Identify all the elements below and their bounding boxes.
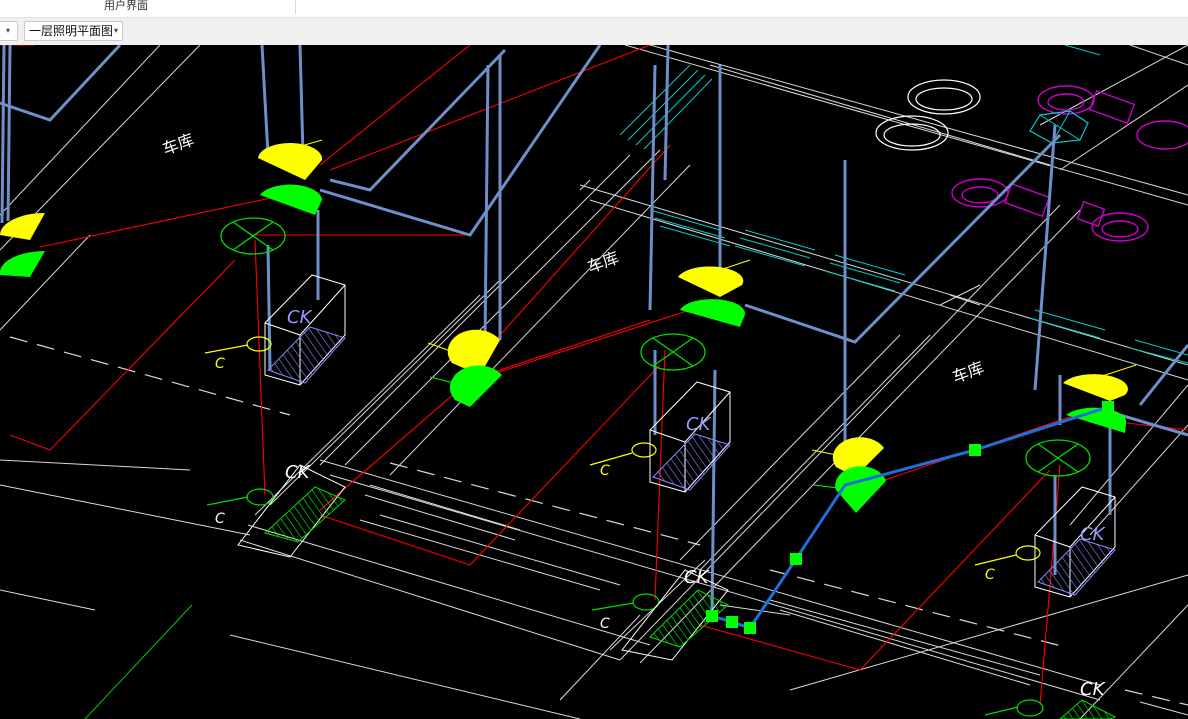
- lighting-panel[interactable]: CK: [237, 462, 346, 558]
- layout-dropdown-value: 一层照明平面图: [29, 24, 114, 38]
- junction-circles: [220, 217, 1091, 477]
- distribution-box[interactable]: CK: [1034, 486, 1116, 598]
- lighting-panel-label: CK: [285, 462, 311, 483]
- conduit-lines: [0, 45, 1188, 616]
- drawing-canvas[interactable]: C C C C C CK CK CK CK CK CK 车库 车库 车库: [0, 45, 1188, 719]
- switch-label: C: [985, 567, 995, 583]
- grip-handle[interactable]: [726, 616, 738, 628]
- switch-icon[interactable]: C: [589, 442, 657, 479]
- grid-axis-line: [84, 604, 193, 719]
- grip-handle[interactable]: [1102, 401, 1114, 413]
- socket-icon[interactable]: [984, 699, 1044, 717]
- junction-box-icon[interactable]: [220, 217, 286, 255]
- ribbon-divider: [295, 0, 296, 14]
- distribution-box-label: CK: [287, 307, 313, 328]
- lighting-panel-label: CK: [1080, 679, 1106, 700]
- distribution-box[interactable]: CK: [264, 274, 346, 386]
- room-label-garage: 车库: [950, 358, 987, 387]
- socket-label: C: [600, 616, 610, 632]
- lamp-icon[interactable]: [1063, 364, 1137, 433]
- junction-box-icon[interactable]: [640, 333, 706, 371]
- grip-handle[interactable]: [706, 610, 718, 622]
- wall-switches: C C C: [204, 336, 1041, 583]
- switch-icon[interactable]: C: [204, 336, 272, 372]
- distribution-box-label: CK: [686, 414, 712, 435]
- grip-handle[interactable]: [790, 553, 802, 565]
- layout-dropdown[interactable]: 一层照明平面图 ▾: [24, 21, 123, 41]
- room-label-garage: 车库: [585, 248, 622, 277]
- lighting-panel-label: CK: [684, 567, 710, 588]
- lighting-panel[interactable]: CK: [1059, 679, 1117, 719]
- cad-application: 用户界面 ▾ 一层照明平面图 ▾ C C C C C CK CK CK CK C…: [0, 0, 1188, 719]
- chevron-down-icon: ▾: [113, 26, 118, 35]
- switch-icon[interactable]: C: [974, 545, 1041, 583]
- lamp-icon[interactable]: [258, 139, 323, 215]
- lamp-icon[interactable]: [0, 213, 45, 277]
- socket-icon[interactable]: C: [206, 488, 274, 527]
- switch-label: C: [600, 463, 610, 479]
- distribution-box-label: CK: [1080, 524, 1106, 545]
- ribbon-group-label-user-interface[interactable]: 用户界面: [104, 0, 148, 13]
- cad-viewport[interactable]: C C C C C CK CK CK CK CK CK 车库 车库 车库: [0, 45, 1188, 719]
- layout-toolbar: ▾ 一层照明平面图 ▾: [0, 18, 1188, 46]
- dashed-beam-lines: [9, 336, 1188, 706]
- duct-lines: [359, 484, 1188, 716]
- chevron-down-icon: ▾: [6, 26, 11, 35]
- grip-handle[interactable]: [969, 444, 981, 456]
- junction-box-icon[interactable]: [1025, 439, 1091, 477]
- lamp-icon[interactable]: [678, 259, 751, 327]
- switch-label: C: [215, 356, 225, 372]
- view-dropdown[interactable]: ▾: [0, 21, 18, 41]
- lighting-panels: CK CK CK: [237, 462, 1117, 719]
- ribbon-panel-strip: 用户界面: [0, 0, 1188, 18]
- room-label-garage: 车库: [160, 130, 197, 159]
- socket-label: C: [215, 511, 225, 527]
- grip-handle[interactable]: [744, 622, 756, 634]
- sockets: C C: [206, 488, 1044, 717]
- distribution-boxes: CK CK CK: [264, 274, 1116, 598]
- lamp-icon[interactable]: [427, 329, 502, 407]
